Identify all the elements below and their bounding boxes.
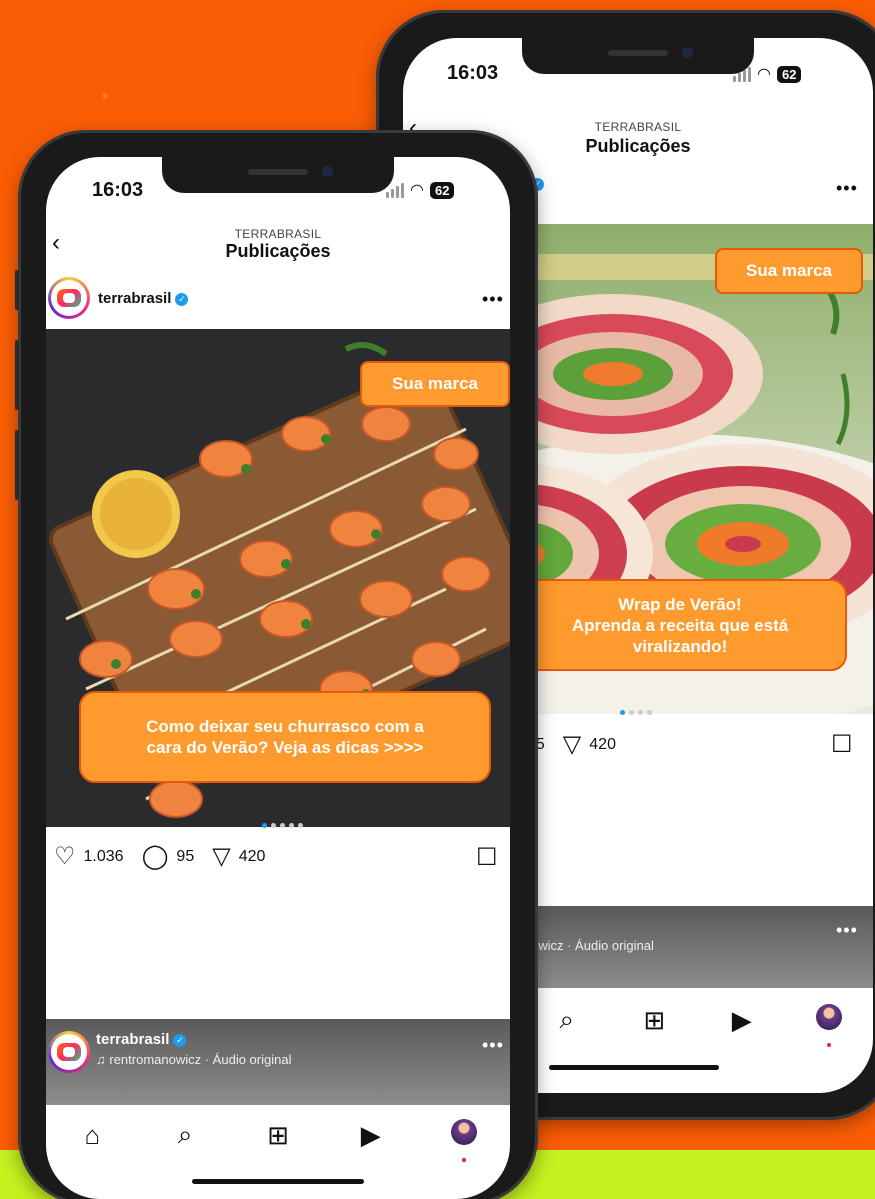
- reels-icon[interactable]: ▶: [722, 1005, 762, 1036]
- share-count: 420: [589, 736, 616, 753]
- reels-icon[interactable]: ▶: [351, 1120, 391, 1151]
- terra-logo-icon: [57, 289, 81, 307]
- post-header[interactable]: terrabrasil ✓: [48, 277, 189, 319]
- brand-badge: Sua marca: [715, 248, 863, 294]
- reel-preview[interactable]: terrabrasil ✓ ♫ rentromanowicz · Áudio or…: [46, 1019, 510, 1105]
- status-icons: ◠ 62: [386, 180, 455, 200]
- tab-bar: ⌕ ⊞ ▶: [523, 1000, 873, 1047]
- side-button: [15, 270, 19, 310]
- status-time: 16:03: [447, 62, 499, 84]
- username[interactable]: terrabrasil ✓: [98, 290, 189, 307]
- home-indicator: [549, 1065, 719, 1070]
- like-count: 1.036: [83, 848, 124, 865]
- carousel-dots: [620, 710, 652, 715]
- tab-bar: ⌂ ⌕ ⊞ ▶: [46, 1113, 510, 1162]
- heart-icon[interactable]: ♡: [54, 845, 76, 869]
- page-title: Publicações: [225, 241, 331, 261]
- reel-more-icon[interactable]: •••: [836, 920, 858, 941]
- comment-icon[interactable]: ◯: [142, 845, 169, 869]
- side-button: [15, 430, 19, 500]
- profile-avatar-icon[interactable]: [809, 1003, 849, 1047]
- wifi-icon: ◠: [410, 182, 424, 199]
- front-phone-screen: 16:03 ◠ 62 ‹ TERRABRASIL Publicações ter…: [46, 157, 510, 1199]
- caption-box: Wrap de Verão! Aprenda a receita que est…: [513, 579, 847, 671]
- search-icon[interactable]: ⌕: [165, 1119, 205, 1151]
- home-indicator: [192, 1179, 364, 1184]
- account-label: TERRABRASIL: [234, 227, 322, 241]
- terra-logo-icon: [57, 1043, 81, 1061]
- reel-username[interactable]: terrabrasil ✓: [96, 1031, 187, 1048]
- caption-line: viralizando!: [632, 636, 728, 656]
- reel-audio: owicz · Áudio original: [531, 938, 654, 953]
- bookmark-icon[interactable]: ☐: [476, 843, 498, 872]
- send-icon[interactable]: ▽: [563, 733, 581, 757]
- avatar[interactable]: [48, 277, 90, 319]
- caption-line: cara do Verão? Veja as dicas >>>>: [146, 738, 424, 757]
- carousel-dots: [262, 823, 303, 828]
- battery-icon: 62: [429, 181, 455, 199]
- caption-line: Wrap de Verão!: [618, 594, 742, 614]
- caption-line: Aprenda a receita que está: [571, 615, 789, 635]
- front-phone-notch: [162, 157, 394, 193]
- caption-box: Como deixar seu churrasco com a cara do …: [79, 691, 491, 783]
- more-icon[interactable]: •••: [836, 178, 858, 199]
- caption-line: Como deixar seu churrasco com a: [146, 717, 424, 736]
- comment-count: 95: [176, 848, 195, 865]
- music-note-icon: ♫: [96, 1052, 110, 1067]
- brand-badge: Sua marca: [360, 361, 510, 407]
- home-icon[interactable]: ⌂: [72, 1120, 112, 1151]
- reel-header[interactable]: [48, 1031, 90, 1073]
- reel-avatar[interactable]: [48, 1031, 90, 1073]
- battery-icon: 62: [776, 65, 802, 83]
- more-icon[interactable]: •••: [482, 289, 504, 310]
- share-count: 420: [238, 848, 266, 865]
- bookmark-icon[interactable]: ☐: [831, 730, 853, 759]
- status-time: 16:03: [92, 179, 144, 201]
- wifi-icon: ◠: [757, 66, 771, 83]
- post-actions: ♡ 1.036 ◯ 95 ▽ 420: [54, 845, 275, 869]
- verified-icon: ✓: [173, 1034, 187, 1047]
- reel-more-icon[interactable]: •••: [482, 1035, 504, 1056]
- back-phone-notch: [522, 38, 754, 74]
- front-phone: 16:03 ◠ 62 ‹ TERRABRASIL Publicações ter…: [15, 130, 538, 1199]
- plus-square-icon[interactable]: ⊞: [258, 1120, 298, 1151]
- reel-audio: ♫ rentromanowicz · Áudio original: [96, 1052, 292, 1067]
- side-button: [15, 340, 19, 410]
- post-photo[interactable]: Sua marca degusto Como deixar seu churra…: [46, 329, 510, 827]
- search-icon[interactable]: ⌕: [547, 1004, 587, 1036]
- post-actions: 95 ▽ 420: [527, 733, 626, 757]
- plus-square-icon[interactable]: ⊞: [634, 1005, 674, 1036]
- send-icon[interactable]: ▽: [212, 845, 230, 869]
- verified-icon: ✓: [175, 292, 189, 306]
- profile-avatar-icon[interactable]: [444, 1118, 484, 1162]
